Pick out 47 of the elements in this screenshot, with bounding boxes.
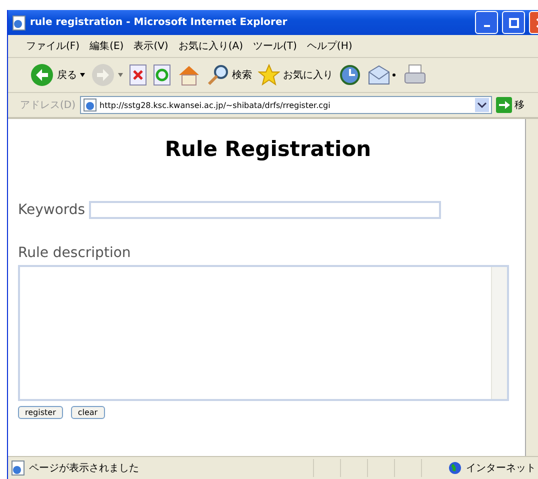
page-icon bbox=[12, 14, 26, 30]
window-title: rule registration - Microsoft Internet Explorer bbox=[30, 17, 288, 28]
toolbar-button[interactable] bbox=[403, 64, 427, 86]
menu-item[interactable]: 編集(E) bbox=[90, 39, 124, 53]
toolbar-button[interactable]: 戻る bbox=[30, 63, 85, 87]
search-icon bbox=[207, 64, 229, 86]
description-label: Rule description bbox=[18, 245, 132, 261]
page-icon bbox=[11, 460, 25, 476]
mail-icon bbox=[367, 64, 397, 86]
maximize-button[interactable] bbox=[502, 11, 525, 34]
toolbar-button[interactable] bbox=[129, 64, 147, 86]
refresh-icon bbox=[153, 64, 171, 86]
maximize-icon bbox=[508, 18, 518, 28]
toolbar-button[interactable] bbox=[367, 64, 397, 86]
menu-item[interactable]: ファイル(F) bbox=[26, 39, 80, 53]
description-field[interactable] bbox=[18, 265, 509, 401]
star-icon bbox=[258, 64, 280, 86]
menu-item[interactable]: お気に入り(A) bbox=[178, 39, 243, 53]
printer-icon bbox=[403, 64, 427, 86]
menu-item[interactable]: ヘルプ(H) bbox=[306, 39, 352, 53]
page-icon bbox=[82, 98, 97, 112]
home-icon bbox=[177, 64, 201, 86]
menu-item[interactable]: ツール(T) bbox=[253, 39, 297, 53]
menu-item[interactable]: 表示(V) bbox=[134, 39, 168, 53]
page-heading: Rule Registration bbox=[164, 137, 372, 161]
address-label: アドレス(D) bbox=[20, 99, 76, 112]
dropdown-icon bbox=[80, 73, 85, 77]
keywords-field[interactable] bbox=[89, 201, 442, 219]
go-button[interactable]: 移 bbox=[496, 97, 525, 113]
zone-text: インターネット bbox=[466, 462, 536, 475]
dropdown-icon bbox=[118, 73, 123, 77]
toolbar-button[interactable] bbox=[153, 64, 171, 86]
toolbar-button[interactable] bbox=[339, 64, 361, 86]
stop-icon bbox=[129, 64, 147, 86]
minimize-icon bbox=[484, 24, 490, 26]
register-button[interactable]: register bbox=[18, 406, 63, 419]
address-field[interactable]: http://sstg28.ksc.kwansei.ac.jp/~shibata/drfs/rregister.cgi bbox=[80, 96, 492, 114]
status-text: ページが表示されました bbox=[29, 462, 140, 475]
history-icon bbox=[339, 64, 361, 86]
dropdown-icon[interactable] bbox=[474, 98, 489, 112]
toolbar-button[interactable] bbox=[177, 64, 201, 86]
keywords-label: Keywords bbox=[18, 202, 86, 218]
clear-button[interactable]: clear bbox=[70, 406, 105, 419]
globe-icon bbox=[448, 461, 462, 475]
minimize-button[interactable] bbox=[475, 11, 498, 34]
toolbar-button[interactable]: 検索 bbox=[207, 64, 252, 86]
toolbar-button[interactable]: お気に入り bbox=[258, 64, 333, 86]
